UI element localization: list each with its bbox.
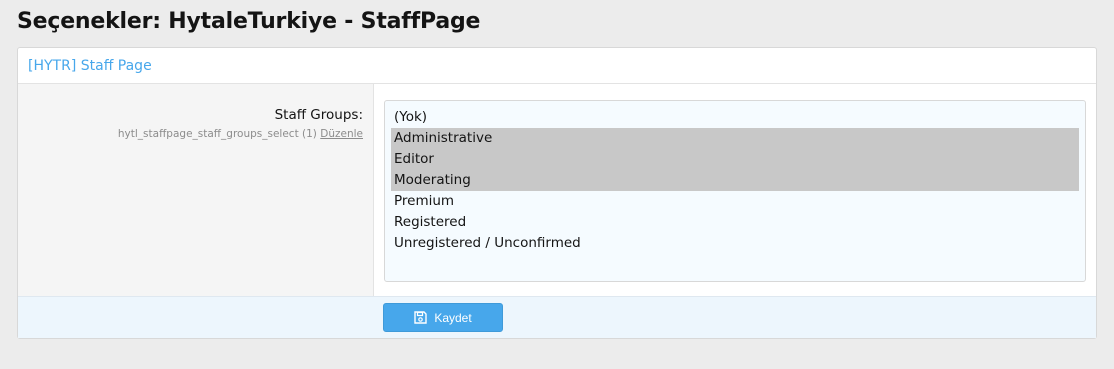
block-header: [HYTR] Staff Page <box>18 48 1096 84</box>
options-block: [HYTR] Staff Page Staff Groups: hytl_sta… <box>17 47 1097 339</box>
select-option[interactable]: Editor <box>391 149 1079 170</box>
input-column: (Yok) Administrative Editor Moderating P… <box>374 84 1096 296</box>
select-option[interactable]: Moderating <box>391 170 1079 191</box>
save-icon <box>414 311 428 324</box>
save-button-label: Kaydet <box>434 310 472 325</box>
form-footer: Kaydet <box>18 296 1096 338</box>
option-id-text: hytl_staffpage_staff_groups_select (1) <box>117 128 317 140</box>
edit-option-link[interactable]: Düzenle <box>320 128 363 140</box>
select-option[interactable]: Unregistered / Unconfirmed <box>391 233 1079 254</box>
form-row-staff-groups: Staff Groups: hytl_staffpage_staff_group… <box>18 84 1096 296</box>
staff-groups-multiselect[interactable]: (Yok) Administrative Editor Moderating P… <box>384 100 1086 282</box>
label-column: Staff Groups: hytl_staffpage_staff_group… <box>18 84 374 296</box>
save-button[interactable]: Kaydet <box>383 303 503 332</box>
select-option[interactable]: Administrative <box>391 128 1079 149</box>
select-option[interactable]: Registered <box>391 212 1079 233</box>
block-header-title: [HYTR] Staff Page <box>28 57 152 74</box>
field-hint: hytl_staffpage_staff_groups_select (1) D… <box>18 127 363 141</box>
page-title: Seçenekler: HytaleTurkiye - StaffPage <box>17 9 481 34</box>
select-option[interactable]: (Yok) <box>391 107 1079 128</box>
select-option[interactable]: Premium <box>391 191 1079 212</box>
field-label: Staff Groups: <box>274 107 363 123</box>
